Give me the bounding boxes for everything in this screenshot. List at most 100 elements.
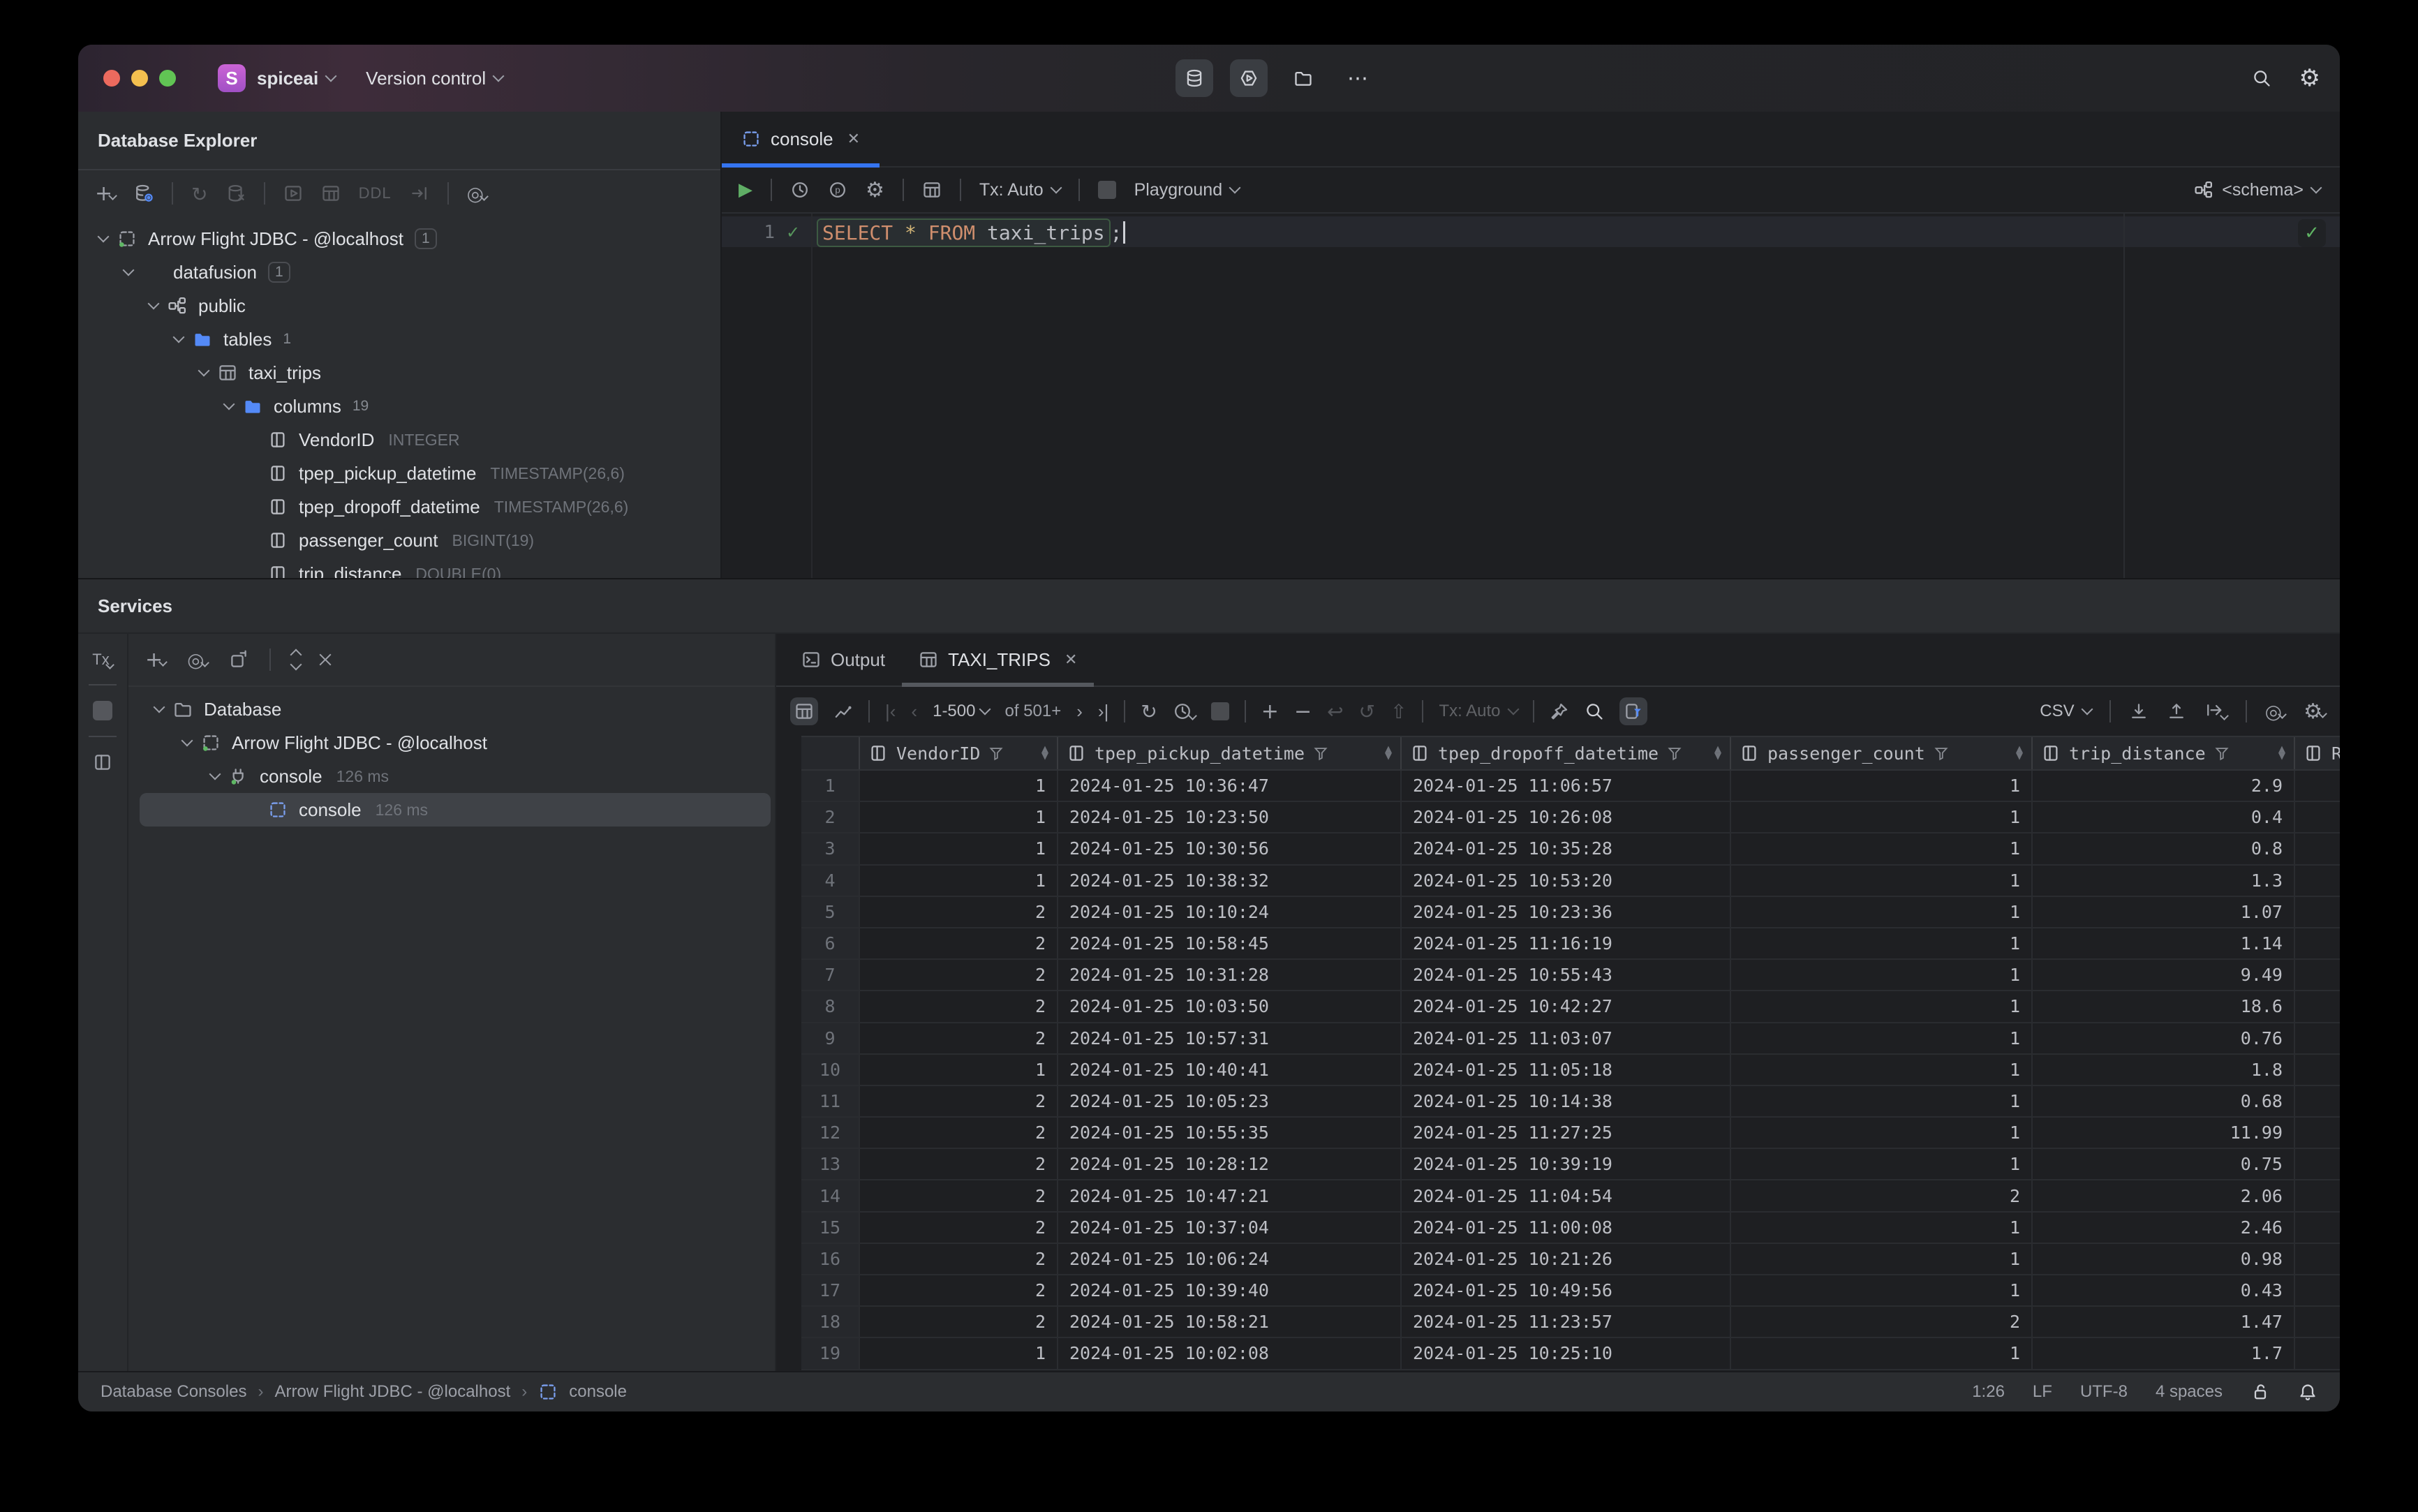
database-tool-button[interactable] <box>1175 59 1213 97</box>
cell-vendorid[interactable]: 2 <box>860 1307 1058 1339</box>
close-window-button[interactable] <box>103 70 120 87</box>
chevron-down-icon[interactable] <box>168 331 190 343</box>
cell-passenger_count[interactable]: 2 <box>1731 1307 2033 1339</box>
cell-rate[interactable] <box>2295 1213 2340 1244</box>
chevron-down-icon[interactable] <box>218 398 240 410</box>
filter-icon[interactable] <box>2214 746 2230 761</box>
open-table-button[interactable] <box>321 184 341 203</box>
tree-item-columns[interactable]: columns 19 <box>78 390 720 423</box>
cell-vendorid[interactable]: 2 <box>860 1149 1058 1181</box>
cell-trip_distance[interactable]: 0.98 <box>2033 1243 2295 1275</box>
cell-tpep_pickup_datetime[interactable]: 2024-01-25 10:02:08 <box>1058 1338 1402 1370</box>
column-header-tpep_pickup_datetime[interactable]: tpep_pickup_datetime ▲ ▼ <box>1058 737 1402 769</box>
encoding[interactable]: UTF-8 <box>2080 1382 2128 1402</box>
tree-item-tpep-pickup-datetime[interactable]: tpep_pickup_datetime TIMESTAMP(26,6) <box>78 457 720 490</box>
table-row[interactable]: 4 1 2024-01-25 10:38:32 2024-01-25 10:53:20… <box>801 865 2340 897</box>
cell-vendorid[interactable]: 2 <box>860 960 1058 992</box>
cell-tpep_dropoff_datetime[interactable]: 2024-01-25 10:21:26 <box>1402 1243 1731 1275</box>
sort-toggle-icon[interactable]: ▲ ▼ <box>1385 745 1392 761</box>
cell-vendorid[interactable]: 2 <box>860 1085 1058 1118</box>
parameters-button[interactable]: p <box>828 180 847 200</box>
cell-vendorid[interactable]: 2 <box>860 1023 1058 1055</box>
row-number[interactable]: 12 <box>801 1118 860 1150</box>
table-row[interactable]: 11 2 2024-01-25 10:05:23 2024-01-25 10:14:3… <box>801 1085 2340 1118</box>
cell-tpep_dropoff_datetime[interactable]: 2024-01-25 10:49:56 <box>1402 1275 1731 1307</box>
cell-trip_distance[interactable]: 2.9 <box>2033 771 2295 803</box>
schema-dropdown[interactable]: <schema> <box>2194 180 2322 200</box>
filter-icon[interactable] <box>988 746 1004 761</box>
cell-trip_distance[interactable]: 0.43 <box>2033 1275 2295 1307</box>
tab-taxi-trips[interactable]: TAXI_TRIPS ✕ <box>902 634 1094 687</box>
sort-toggle-icon[interactable]: ▲ ▼ <box>2278 745 2285 761</box>
cell-rate[interactable] <box>2295 1086 2340 1118</box>
sort-toggle-icon[interactable]: ▲ ▼ <box>1041 745 1048 761</box>
cell-passenger_count[interactable]: 1 <box>1731 802 2033 834</box>
auto-refresh-button[interactable] <box>1173 702 1197 721</box>
tx-mode-dropdown[interactable]: Tx: Auto <box>979 180 1062 200</box>
cell-rate[interactable] <box>2295 1244 2340 1275</box>
cell-tpep_pickup_datetime[interactable]: 2024-01-25 10:47:21 <box>1058 1180 1402 1213</box>
cell-vendorid[interactable]: 2 <box>860 1180 1058 1213</box>
cell-trip_distance[interactable]: 0.76 <box>2033 1023 2295 1055</box>
cell-vendorid[interactable]: 1 <box>860 1338 1058 1370</box>
export-format-dropdown[interactable]: CSV <box>2040 702 2093 721</box>
cell-vendorid[interactable]: 2 <box>860 1243 1058 1275</box>
cell-passenger_count[interactable]: 1 <box>1731 1243 2033 1275</box>
tree-item-console[interactable]: console 126 ms <box>140 793 771 827</box>
table-row[interactable]: 10 1 2024-01-25 10:40:41 2024-01-25 11:05:1… <box>801 1054 2340 1086</box>
maximize-window-button[interactable] <box>159 70 176 87</box>
table-row[interactable]: 6 2 2024-01-25 10:58:45 2024-01-25 11:16:19… <box>801 928 2340 961</box>
first-page-button[interactable]: |‹ <box>885 701 896 722</box>
column-header-tpep_dropoff_datetime[interactable]: tpep_dropoff_datetime ▲ ▼ <box>1402 737 1731 769</box>
cell-rate[interactable] <box>2295 1275 2340 1307</box>
table-row[interactable]: 5 2 2024-01-25 10:10:24 2024-01-25 10:23:36… <box>801 896 2340 928</box>
table-row[interactable]: 13 2 2024-01-25 10:28:12 2024-01-25 10:39:1… <box>801 1149 2340 1181</box>
undo-button[interactable]: ↩ <box>1327 700 1343 723</box>
filter-icon[interactable] <box>1667 746 1682 761</box>
cell-rate[interactable] <box>2295 1149 2340 1181</box>
cell-tpep_dropoff_datetime[interactable]: 2024-01-25 11:03:07 <box>1402 1023 1731 1055</box>
sort-toggle-icon[interactable]: ▲ ▼ <box>2016 745 2023 761</box>
chevron-down-icon[interactable] <box>176 734 198 747</box>
tree-item-arrow-flight-jdbc-localhost[interactable]: Arrow Flight JDBC - @localhost <box>128 726 775 759</box>
cell-tpep_pickup_datetime[interactable]: 2024-01-25 10:57:31 <box>1058 1023 1402 1055</box>
indent-style[interactable]: 4 spaces <box>2156 1382 2223 1402</box>
close-icon[interactable]: ✕ <box>847 131 860 148</box>
cell-passenger_count[interactable]: 1 <box>1731 960 2033 992</box>
row-number[interactable]: 18 <box>801 1307 860 1339</box>
cell-tpep_dropoff_datetime[interactable]: 2024-01-25 10:26:08 <box>1402 802 1731 834</box>
table-row[interactable]: 15 2 2024-01-25 10:37:04 2024-01-25 11:00:0… <box>801 1212 2340 1244</box>
import-button[interactable] <box>2129 702 2149 721</box>
pin-tab-button[interactable] <box>1550 702 1569 721</box>
cell-tpep_pickup_datetime[interactable]: 2024-01-25 10:06:24 <box>1058 1243 1402 1275</box>
cell-passenger_count[interactable]: 1 <box>1731 1275 2033 1307</box>
collapse-all-button[interactable] <box>319 648 332 671</box>
cell-passenger_count[interactable]: 1 <box>1731 1212 2033 1244</box>
cell-tpep_pickup_datetime[interactable]: 2024-01-25 10:36:47 <box>1058 771 1402 803</box>
table-row[interactable]: 19 1 2024-01-25 10:02:08 2024-01-25 10:25:1… <box>801 1338 2340 1370</box>
last-page-button[interactable]: ›| <box>1098 701 1108 722</box>
cell-rate[interactable] <box>2295 802 2340 834</box>
caret-position[interactable]: 1:26 <box>1972 1382 2005 1402</box>
find-in-grid-button[interactable] <box>1585 702 1604 721</box>
row-number[interactable]: 19 <box>801 1338 860 1370</box>
layout-strip-button[interactable] <box>93 753 112 772</box>
cell-tpep_dropoff_datetime[interactable]: 2024-01-25 11:16:19 <box>1402 928 1731 961</box>
refresh-button[interactable]: ↻ <box>191 181 207 207</box>
cell-vendorid[interactable]: 2 <box>860 1118 1058 1150</box>
cell-vendorid[interactable]: 2 <box>860 928 1058 961</box>
cell-trip_distance[interactable]: 1.7 <box>2033 1338 2295 1370</box>
query-history-button[interactable] <box>790 180 810 200</box>
run-widget-button[interactable] <box>1230 59 1268 97</box>
row-number[interactable]: 4 <box>801 865 860 897</box>
generate-ddl-button[interactable]: DDL <box>359 184 392 202</box>
cell-rate[interactable] <box>2295 1023 2340 1055</box>
filter-icon[interactable] <box>1934 746 1949 761</box>
row-number[interactable]: 11 <box>801 1085 860 1118</box>
tree-item-passenger-count[interactable]: passenger_count BIGINT(19) <box>78 524 720 557</box>
cell-tpep_pickup_datetime[interactable]: 2024-01-25 10:40:41 <box>1058 1054 1402 1086</box>
cell-passenger_count[interactable]: 1 <box>1731 1149 2033 1181</box>
cell-tpep_dropoff_datetime[interactable]: 2024-01-25 10:25:10 <box>1402 1338 1731 1370</box>
cell-trip_distance[interactable]: 0.75 <box>2033 1149 2295 1181</box>
row-number[interactable]: 5 <box>801 896 860 928</box>
